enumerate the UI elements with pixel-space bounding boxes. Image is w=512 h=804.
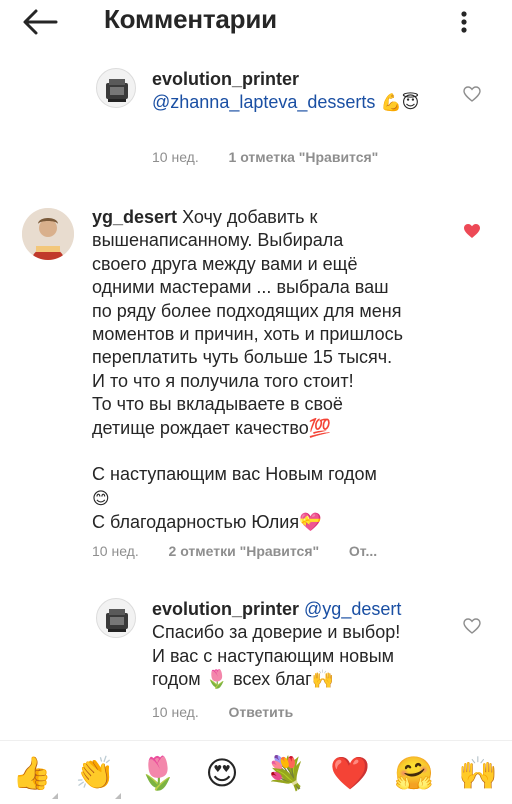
thumbs-up-emoji-button[interactable]: 👍	[12, 753, 52, 793]
hugging-face-emoji-button[interactable]: 🤗	[394, 753, 434, 793]
comment-time: 10 нед.	[92, 543, 139, 559]
tulip-emoji-button[interactable]: 🌷	[138, 753, 178, 793]
avatar[interactable]	[96, 598, 136, 638]
comment-main: yg_desert Хочу добавить к вышенаписанном…	[0, 200, 512, 570]
heart-eyes-emoji-button[interactable]: 😍	[202, 753, 242, 793]
emoji-reaction-bar: 👍 👏 🌷 😍 💐 ❤️ 🤗 🙌	[0, 740, 512, 804]
avatar[interactable]	[96, 68, 136, 108]
likes-count[interactable]: 2 отметки "Нравится"	[169, 543, 320, 559]
more-options-icon[interactable]	[452, 6, 476, 38]
liked-heart-icon[interactable]	[463, 223, 481, 239]
comment-line: То что вы вкладываете в своё	[92, 394, 343, 415]
comment-line: переплатить чуть больше 15 тысяч.	[92, 347, 393, 368]
comment-line: своего друга между вами и ещё	[92, 253, 358, 274]
back-arrow-icon[interactable]	[20, 6, 60, 38]
comment-line: И вас с наступающим новым	[152, 645, 395, 666]
comment-line: И то что я получила того стоит!	[92, 370, 354, 391]
mention-link[interactable]: @yg_desert	[304, 599, 401, 619]
top-bar: Комментарии	[0, 0, 512, 44]
avatar[interactable]	[22, 208, 74, 260]
bouquet-emoji-button[interactable]: 💐	[266, 753, 306, 793]
reply-button[interactable]: Ответить	[229, 704, 294, 720]
comment-line: детище рождает качество💯	[92, 417, 332, 438]
clapping-emoji-button[interactable]: 👏	[75, 753, 115, 793]
comment-line: 😊	[92, 488, 110, 509]
mention-link[interactable]: @zhanna_lapteva_desserts	[152, 92, 375, 112]
like-heart-icon[interactable]	[463, 618, 481, 634]
comment-username[interactable]: evolution_printer	[152, 599, 299, 619]
corner-indicator	[52, 793, 58, 799]
comment-time: 10 нед.	[152, 704, 199, 720]
comment-line: моментов и причин, хоть и пришлось	[92, 324, 404, 345]
likes-count[interactable]: 1 отметка "Нравится"	[229, 149, 379, 165]
comment-line: одними мастерами ... выбрала ваш	[92, 277, 389, 298]
like-heart-icon[interactable]	[463, 86, 481, 102]
comment-time: 10 нед.	[152, 149, 199, 165]
comment-line: С благодарностью Юлия💝	[92, 512, 322, 533]
comment-username[interactable]: evolution_printer	[152, 69, 299, 89]
comment-line: Спасибо за доверие и выбор!	[152, 622, 401, 643]
red-heart-emoji-button[interactable]: ❤️	[330, 753, 370, 793]
comment-reply-2: evolution_printer @yg_desert Спасибо за …	[0, 590, 512, 730]
comment-line: Хочу добавить к	[182, 207, 318, 227]
page-title: Комментарии	[104, 4, 277, 34]
comment-line: по ряду более подходящих для меня	[92, 300, 402, 321]
comment-reply-1: evolution_printer @zhanna_lapteva_desser…	[0, 60, 512, 180]
comment-line: годом 🌷 всех благ🙌	[152, 669, 335, 690]
comment-username[interactable]: yg_desert	[92, 207, 177, 227]
raised-hands-emoji-button[interactable]: 🙌	[458, 753, 498, 793]
reply-button[interactable]: От...	[349, 543, 377, 559]
corner-indicator	[115, 793, 121, 799]
comment-emoji: 💪😇	[380, 93, 420, 114]
comment-line: С наступающим вас Новым годом	[92, 464, 377, 485]
comment-line: вышенаписанному. Выбирала	[92, 230, 344, 251]
